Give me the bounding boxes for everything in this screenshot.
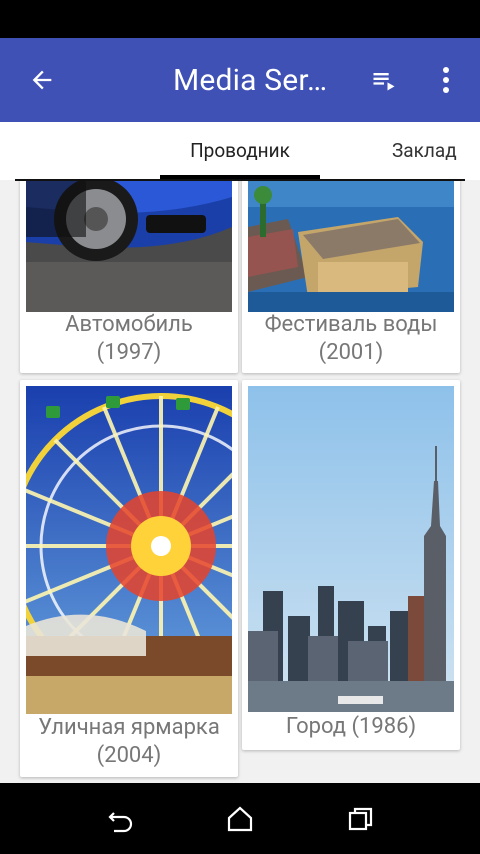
media-card-city[interactable]: Город (1986) <box>242 380 460 750</box>
system-nav-bar <box>0 783 480 854</box>
nav-recents-icon[interactable] <box>340 799 380 839</box>
media-caption: Уличная ярмарка (2004) <box>38 715 220 768</box>
media-card-water-festival[interactable]: Фестиваль воды (2001) <box>242 181 460 373</box>
media-caption: Город (1986) <box>285 714 417 739</box>
media-grid[interactable]: Автомобиль (1997) Фестиваль воды (2001) <box>0 181 480 783</box>
arrow-back-icon[interactable] <box>22 60 62 100</box>
media-card-street-fair[interactable]: Уличная ярмарка (2004) <box>20 380 238 777</box>
car-image <box>26 181 232 312</box>
status-bar <box>0 0 480 38</box>
app-bar: Media Ser… <box>0 38 480 122</box>
ferris-wheel-image <box>26 386 232 714</box>
city-skyline-image <box>248 386 454 712</box>
media-caption: Автомобиль (1997) <box>65 312 193 365</box>
nav-home-icon[interactable] <box>220 799 260 839</box>
media-caption: Фестиваль воды (2001) <box>264 312 438 365</box>
tab-bookmarks[interactable]: Заклад <box>380 122 480 178</box>
nav-back-icon[interactable] <box>100 799 140 839</box>
tab-explorer[interactable]: Проводник <box>160 122 320 178</box>
playlist-play-icon[interactable] <box>364 60 404 100</box>
more-vert-icon[interactable] <box>428 60 464 100</box>
tab-bar: Проводник Заклад <box>0 122 480 180</box>
app-title: Media Ser… <box>173 63 328 98</box>
media-card-car[interactable]: Автомобиль (1997) <box>20 181 238 373</box>
water-festival-image <box>248 181 454 312</box>
